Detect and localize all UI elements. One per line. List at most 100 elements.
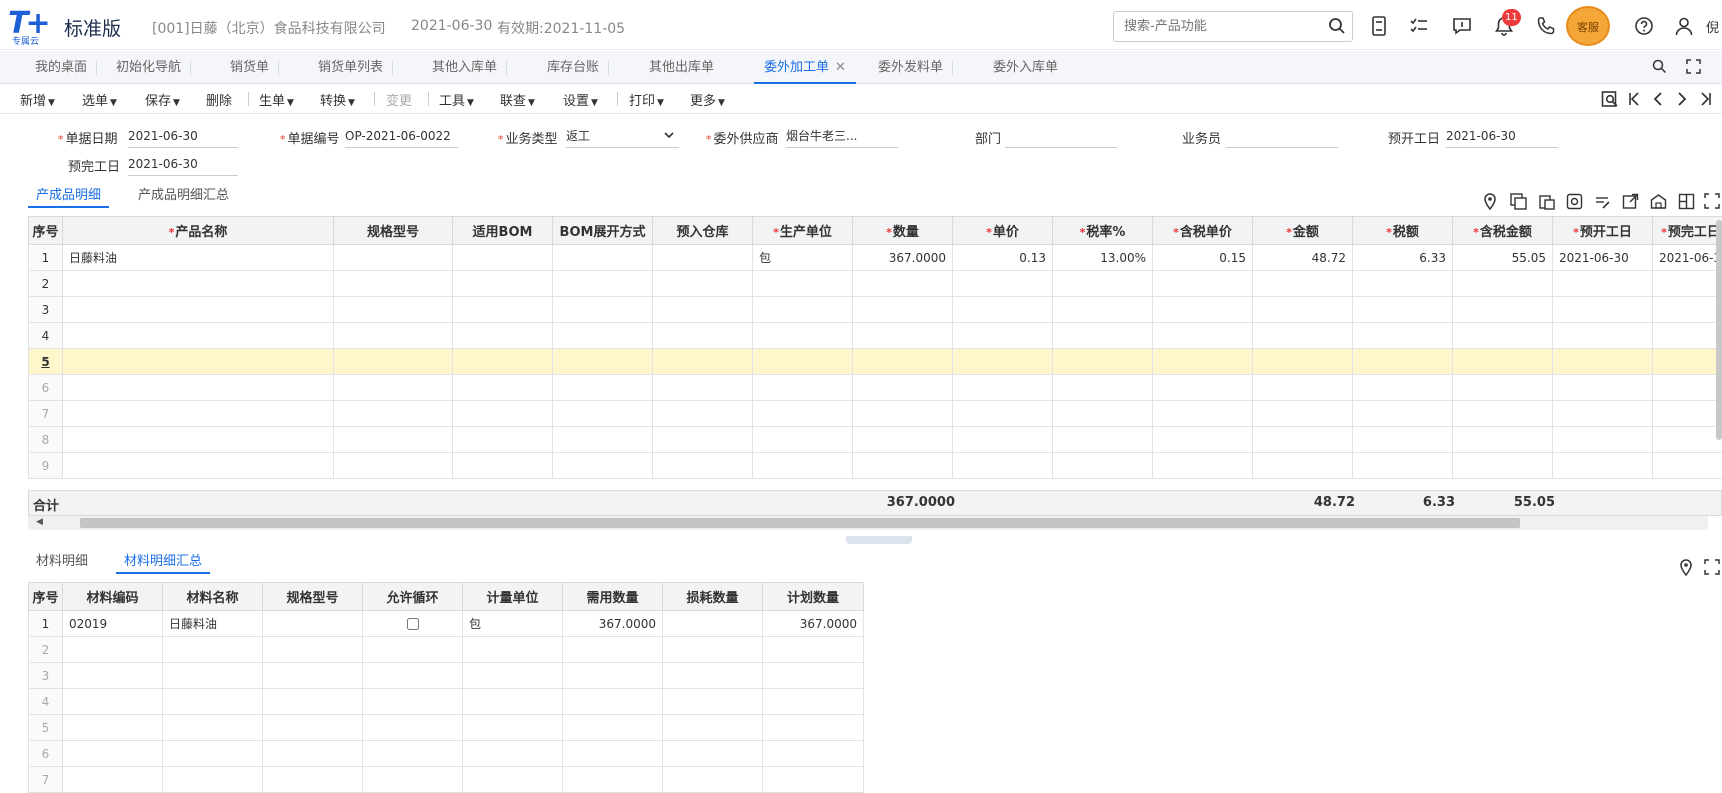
table-row[interactable]: 9	[29, 453, 1722, 479]
col-allow-loop[interactable]: 允许循环	[363, 583, 463, 611]
cell-need-qty[interactable]: 367.0000	[563, 611, 663, 637]
splitter-handle[interactable]	[846, 536, 912, 544]
tab-material-detail[interactable]: 材料明细	[36, 550, 88, 574]
tab-other-outbound[interactable]: 其他出库单	[649, 51, 714, 84]
select-doc-menu[interactable]: 选单▼	[82, 90, 117, 109]
tab-search-icon[interactable]	[1652, 59, 1667, 78]
col-bom[interactable]: 适用BOM	[453, 217, 553, 245]
table-row[interactable]: 2	[29, 271, 1722, 297]
cell-product-name[interactable]: 日藤料油	[63, 245, 334, 271]
horizontal-scrollbar[interactable]: ◀	[28, 516, 1708, 530]
tools-menu[interactable]: 工具▼	[439, 90, 474, 109]
tab-sales-doc[interactable]: 销货单	[230, 51, 269, 84]
cell-amount[interactable]: 48.72	[1253, 245, 1353, 271]
cell-tax-amount[interactable]: 55.05	[1453, 245, 1553, 271]
cell-material-name[interactable]: 日藤料油	[163, 611, 263, 637]
table-row[interactable]: 5	[29, 715, 864, 741]
warehouse-icon[interactable]	[1650, 193, 1668, 211]
company-name[interactable]: [001]日藤（北京）食品科技有限公司	[152, 18, 386, 38]
tab-product-summary[interactable]: 产成品明细汇总	[138, 184, 229, 208]
material-locate-icon[interactable]	[1678, 559, 1696, 577]
cell-bom-mode[interactable]	[553, 245, 653, 271]
tab-outsource-order[interactable]: 委外加工单✕	[754, 51, 856, 84]
tab-sales-doc-list[interactable]: 销货单列表	[318, 51, 383, 84]
cell-material-code[interactable]: 02019	[63, 611, 163, 637]
col-warehouse[interactable]: 预入仓库	[653, 217, 753, 245]
edit-icon[interactable]	[1594, 193, 1612, 211]
next-record-icon[interactable]	[1674, 90, 1690, 112]
table-row[interactable]: 1 日藤料油 包 367.0000 0.13 13.00% 0.15 48.72…	[29, 245, 1722, 271]
prev-record-icon[interactable]	[1650, 90, 1666, 112]
settings-menu[interactable]: 设置▼	[563, 90, 598, 109]
tab-init-guide[interactable]: 初始化导航	[116, 51, 181, 84]
cell-plan-qty[interactable]: 367.0000	[763, 611, 864, 637]
calculator-icon[interactable]	[1368, 15, 1390, 37]
scrollbar-thumb[interactable]	[80, 518, 1520, 528]
table-row-selected[interactable]: 5	[29, 349, 1722, 375]
cell-loss-qty[interactable]	[663, 611, 763, 637]
cell-spec[interactable]	[334, 245, 453, 271]
col-qty[interactable]: *数量	[853, 217, 953, 245]
col-tax-price[interactable]: *含税单价	[1153, 217, 1253, 245]
search-icon[interactable]	[1328, 17, 1346, 39]
preview-icon[interactable]	[1601, 90, 1619, 112]
cell-unit[interactable]: 包	[753, 245, 853, 271]
tab-outsource-issue[interactable]: 委外发料单	[878, 51, 943, 84]
table-row[interactable]: 2	[29, 637, 864, 663]
phone-icon[interactable]	[1535, 15, 1557, 37]
table-row[interactable]: 8	[29, 427, 1722, 453]
fullscreen-icon[interactable]	[1686, 59, 1701, 78]
new-menu[interactable]: 新增▼	[20, 90, 55, 109]
col-unit[interactable]: *生产单位	[753, 217, 853, 245]
cell-price[interactable]: 0.13	[953, 245, 1053, 271]
feature-search-input[interactable]	[1114, 12, 1314, 41]
table-row[interactable]: 3	[29, 663, 864, 689]
user-icon[interactable]	[1673, 15, 1695, 37]
table-row[interactable]: 7	[29, 401, 1722, 427]
supplier-field[interactable]: 烟台牛老三...	[786, 126, 898, 148]
column-settings-icon[interactable]	[1678, 193, 1696, 211]
col-finish-date[interactable]: *预完工日	[1653, 217, 1722, 245]
batch-icon[interactable]	[1566, 193, 1584, 211]
user-name[interactable]: 倪	[1706, 17, 1719, 36]
vertical-scrollbar[interactable]	[1716, 220, 1722, 440]
table-row[interactable]: 6	[29, 375, 1722, 401]
col-tax[interactable]: *税额	[1353, 217, 1453, 245]
allow-loop-checkbox[interactable]	[407, 618, 419, 630]
cell-spec[interactable]	[263, 611, 363, 637]
col-start-date[interactable]: *预开工日	[1553, 217, 1653, 245]
col-material-code[interactable]: 材料编码	[63, 583, 163, 611]
customer-service-avatar[interactable]: 客服	[1566, 6, 1610, 46]
clerk-field[interactable]	[1226, 126, 1338, 148]
delete-button[interactable]: 删除	[206, 90, 232, 109]
cell-tax[interactable]: 6.33	[1353, 245, 1453, 271]
grid-fullscreen-icon[interactable]	[1704, 193, 1722, 211]
convert-menu[interactable]: 转换▼	[320, 90, 355, 109]
more-menu[interactable]: 更多▼	[690, 90, 725, 109]
table-row[interactable]: 4	[29, 323, 1722, 349]
locate-icon[interactable]	[1482, 193, 1500, 211]
tab-other-inbound[interactable]: 其他入库单	[432, 51, 497, 84]
tab-material-summary[interactable]: 材料明细汇总	[116, 550, 210, 574]
cell-qty[interactable]: 367.0000	[853, 245, 953, 271]
tab-outsource-receipt[interactable]: 委外入库单	[993, 51, 1058, 84]
save-menu[interactable]: 保存▼	[145, 90, 180, 109]
table-row[interactable]: 6	[29, 741, 864, 767]
help-icon[interactable]	[1633, 15, 1655, 37]
first-record-icon[interactable]	[1626, 90, 1642, 112]
copy-row-icon[interactable]	[1510, 193, 1528, 211]
cell-start-date[interactable]: 2021-06-30	[1553, 245, 1653, 271]
product-logo[interactable]: T+ 专属云	[8, 8, 66, 42]
col-unit[interactable]: 计量单位	[463, 583, 563, 611]
cell-bom[interactable]	[453, 245, 553, 271]
start-date-field[interactable]: 2021-06-30	[1446, 126, 1558, 148]
col-price[interactable]: *单价	[953, 217, 1053, 245]
finish-date-field[interactable]: 2021-06-30	[128, 154, 238, 176]
col-bom-mode[interactable]: BOM展开方式	[553, 217, 653, 245]
col-material-name[interactable]: 材料名称	[163, 583, 263, 611]
message-icon[interactable]	[1451, 15, 1473, 37]
doc-no-field[interactable]: OP-2021-06-0022	[345, 126, 458, 148]
change-button[interactable]: 变更	[386, 90, 412, 109]
table-row[interactable]: 3	[29, 297, 1722, 323]
col-loss-qty[interactable]: 损耗数量	[663, 583, 763, 611]
